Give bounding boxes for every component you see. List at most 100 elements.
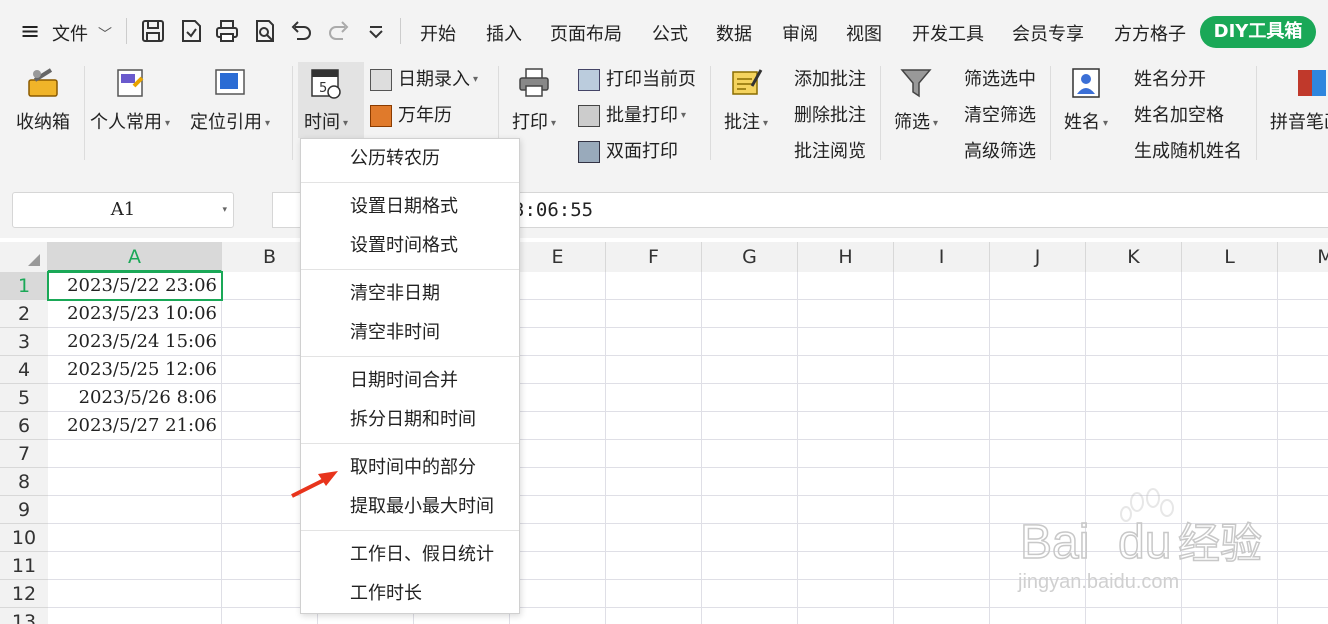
locate-ref-label: 定位引用: [190, 112, 262, 133]
print-icon[interactable]: [214, 18, 240, 44]
chevron-down-icon[interactable]: ▾: [222, 193, 227, 227]
divider: [1050, 66, 1051, 160]
column-header-a[interactable]: A: [48, 242, 222, 272]
cell-a4[interactable]: 2023/5/25 12:06: [48, 356, 222, 384]
menu-item-set-time-format[interactable]: 设置时间格式: [350, 232, 458, 260]
menu-item-min-max-time[interactable]: 提取最小最大时间: [350, 493, 494, 521]
column-header-m[interactable]: M: [1278, 242, 1328, 272]
column-header-j[interactable]: J: [990, 242, 1086, 272]
chevron-down-icon: ▾: [165, 117, 171, 129]
batch-print-button[interactable]: 批量打印 ▾: [578, 102, 686, 130]
cell-a5[interactable]: 2023/5/26 8:06: [48, 384, 222, 412]
row-header-6[interactable]: 6: [0, 412, 48, 440]
tab-insert[interactable]: 插入: [486, 20, 522, 46]
menu-item-set-date-format[interactable]: 设置日期格式: [350, 193, 458, 221]
tab-diy-toolbox[interactable]: DIY工具箱: [1200, 16, 1316, 48]
delete-comment-button[interactable]: 删除批注: [794, 102, 866, 130]
print-preview-icon[interactable]: [252, 18, 278, 44]
column-header-h[interactable]: H: [798, 242, 894, 272]
export-pdf-icon[interactable]: [178, 18, 204, 44]
perpetual-calendar-button[interactable]: 万年历: [370, 102, 452, 130]
undo-icon[interactable]: [288, 18, 314, 44]
save-icon[interactable]: [140, 18, 166, 44]
clear-filter-button[interactable]: 清空筛选: [964, 102, 1036, 130]
chevron-down-icon: ▾: [1103, 117, 1109, 129]
random-name-button[interactable]: 生成随机姓名: [1134, 138, 1242, 166]
personal-common-button[interactable]: 个人常用 ▾: [90, 66, 170, 134]
locate-ref-button[interactable]: 定位引用 ▾: [190, 66, 270, 134]
menu-item-clear-non-date[interactable]: 清空非日期: [350, 280, 440, 308]
date-entry-button[interactable]: 日期录入 ▾: [370, 66, 478, 94]
active-cell-selection[interactable]: [47, 271, 223, 301]
time-button[interactable]: 5 时间 ▾: [304, 66, 348, 134]
column-header-k[interactable]: K: [1086, 242, 1182, 272]
row-header-12[interactable]: 12: [0, 580, 48, 608]
row-header-10[interactable]: 10: [0, 524, 48, 552]
column-header-e[interactable]: E: [510, 242, 606, 272]
row-header-9[interactable]: 9: [0, 496, 48, 524]
storage-box-button[interactable]: 收纳箱: [16, 66, 70, 134]
menu-bar: ≡ 文件 ﹀ 开始 插入 页面布局 公式 数据 审阅 视图 开发工具 会员专享 …: [0, 0, 1328, 60]
column-header-g[interactable]: G: [702, 242, 798, 272]
row-header-11[interactable]: 11: [0, 552, 48, 580]
divider: [84, 66, 85, 160]
tab-home[interactable]: 开始: [420, 20, 456, 46]
menu-item-work-duration[interactable]: 工作时长: [350, 580, 422, 608]
pinyin-button[interactable]: 拼音笔画: [1270, 66, 1328, 134]
cell-a2[interactable]: 2023/5/23 10:06: [48, 300, 222, 328]
cell-a6[interactable]: 2023/5/27 21:06: [48, 412, 222, 440]
print-current-page-button[interactable]: 打印当前页: [578, 66, 696, 94]
pinyin-icon: [1298, 70, 1326, 96]
comment-review-button[interactable]: 批注阅览: [794, 138, 866, 166]
select-all-icon: [28, 254, 40, 266]
select-all-corner[interactable]: [0, 242, 48, 272]
name-add-space-button[interactable]: 姓名加空格: [1134, 102, 1224, 130]
tab-developer[interactable]: 开发工具: [912, 20, 984, 46]
row-header-7[interactable]: 7: [0, 440, 48, 468]
row-header-5[interactable]: 5: [0, 384, 48, 412]
tab-member[interactable]: 会员专享: [1012, 20, 1084, 46]
chevron-down-icon[interactable]: ﹀: [98, 24, 112, 44]
duplex-print-button[interactable]: 双面打印: [578, 138, 678, 166]
print-button[interactable]: 打印 ▾: [512, 66, 556, 134]
hamburger-menu-icon[interactable]: ≡: [20, 17, 40, 45]
name-box[interactable]: A1 ▾: [12, 192, 234, 228]
filter-button[interactable]: 筛选 ▾: [894, 66, 938, 134]
menu-item-workday-holiday-stats[interactable]: 工作日、假日统计: [350, 541, 494, 569]
row-gridline: [48, 495, 1328, 496]
comment-button[interactable]: 批注 ▾: [724, 66, 768, 134]
tab-page-layout[interactable]: 页面布局: [550, 20, 622, 46]
personal-settings-icon: [117, 69, 144, 97]
file-menu[interactable]: 文件: [52, 20, 88, 46]
name-split-button[interactable]: 姓名分开: [1134, 66, 1206, 94]
row-header-4[interactable]: 4: [0, 356, 48, 384]
tab-data[interactable]: 数据: [716, 20, 752, 46]
name-button[interactable]: 姓名 ▾: [1064, 66, 1108, 134]
menu-item-merge-date-time[interactable]: 日期时间合并: [350, 367, 458, 395]
menu-item-split-date-time[interactable]: 拆分日期和时间: [350, 406, 476, 434]
row-header-1[interactable]: 1: [0, 272, 48, 300]
redo-icon[interactable]: [326, 18, 352, 44]
row-header-2[interactable]: 2: [0, 300, 48, 328]
tab-view[interactable]: 视图: [846, 20, 882, 46]
customize-toolbar-icon[interactable]: [366, 18, 386, 44]
row-header-8[interactable]: 8: [0, 468, 48, 496]
row-header-13[interactable]: 13: [0, 608, 48, 624]
tab-formulas[interactable]: 公式: [652, 20, 688, 46]
menu-item-solar-to-lunar[interactable]: 公历转农历: [350, 145, 440, 173]
menu-item-clear-non-time[interactable]: 清空非时间: [350, 319, 440, 347]
column-gridline: [1277, 272, 1278, 624]
add-comment-button[interactable]: 添加批注: [794, 66, 866, 94]
column-header-l[interactable]: L: [1182, 242, 1278, 272]
cell-a3[interactable]: 2023/5/24 15:06: [48, 328, 222, 356]
row-header-3[interactable]: 3: [0, 328, 48, 356]
tab-ffcell[interactable]: 方方格子: [1114, 20, 1186, 46]
row-gridline: [48, 467, 1328, 468]
menu-item-extract-time-part[interactable]: 取时间中的部分: [350, 454, 476, 482]
column-header-i[interactable]: I: [894, 242, 990, 272]
filter-selected-button[interactable]: 筛选选中: [964, 66, 1036, 94]
advanced-filter-button[interactable]: 高级筛选: [964, 138, 1036, 166]
chevron-down-icon: ▾: [681, 110, 687, 121]
tab-review[interactable]: 审阅: [782, 20, 818, 46]
column-header-f[interactable]: F: [606, 242, 702, 272]
